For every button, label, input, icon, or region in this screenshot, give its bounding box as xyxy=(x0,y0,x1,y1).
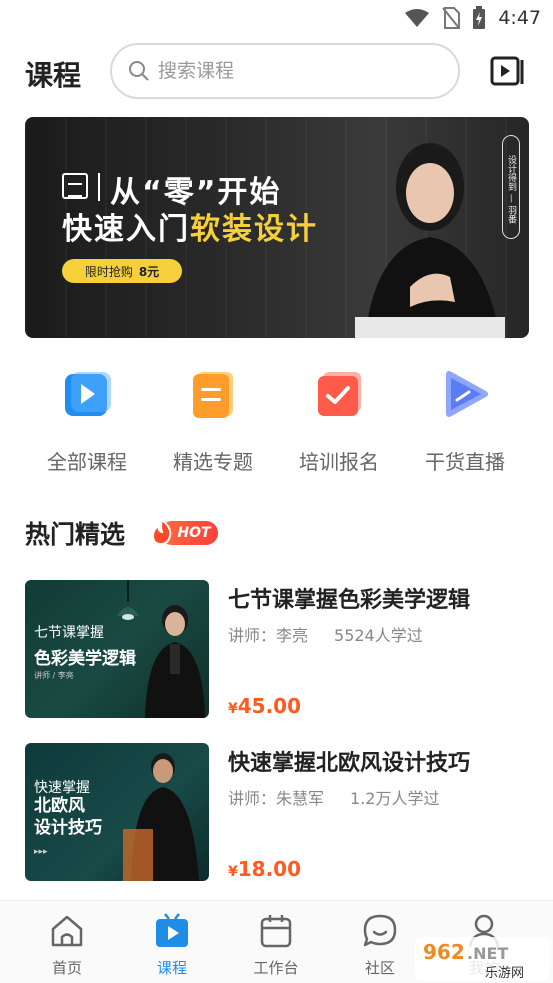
thumb-line-2: 北欧风 设计技巧 xyxy=(34,796,102,838)
quick-nav: 全部课程 精选专题 培训报名 干货直播 xyxy=(0,368,553,478)
instructor-photo xyxy=(123,753,199,881)
play-triangle-icon xyxy=(446,371,488,417)
quick-nav-label: 全部课程 xyxy=(47,450,127,474)
instructor-photo xyxy=(145,605,205,718)
quick-nav-label: 干货直播 xyxy=(425,450,505,474)
svg-text:乐游网: 乐游网 xyxy=(485,966,524,981)
hot-badge: HOT xyxy=(148,518,218,546)
tab-label: 首页 xyxy=(51,959,82,977)
check-square-icon xyxy=(318,372,361,416)
thumb-line-1: 七节课掌握 xyxy=(34,625,104,641)
course-thumbnail: 七节课掌握 色彩美学逻辑 讲师 / 李亮 xyxy=(25,580,209,718)
course-card[interactable]: 快速掌握 北欧风 设计技巧 ▸▸▸ 快速掌握北欧风设计技巧 讲师：朱慧军 1.2万… xyxy=(25,743,529,883)
price-symbol: ¥ xyxy=(228,864,238,880)
course-card[interactable]: 七节课掌握 色彩美学逻辑 讲师 / 李亮 七节课掌握色彩美学逻辑 讲师：李亮 55… xyxy=(25,580,529,720)
price-value: 45.00 xyxy=(237,694,302,718)
course-price: ¥18.00 xyxy=(228,857,301,881)
tab-label: 课程 xyxy=(156,959,187,977)
svg-text:962: 962 xyxy=(423,940,465,964)
wifi-icon xyxy=(405,9,430,27)
thumb-line-1: 快速掌握 xyxy=(34,780,90,796)
price-value: 18.00 xyxy=(237,857,302,881)
status-bar: 4:47 xyxy=(0,0,553,36)
course-meta: 讲师：李亮 5524人学过 xyxy=(228,622,423,646)
thumb-line-3: 讲师 / 李亮 xyxy=(34,671,74,680)
tab-label: 社区 xyxy=(364,959,395,977)
flame-icon xyxy=(151,518,172,546)
section-title: 热门精选 xyxy=(25,520,126,549)
course-learners: 5524人学过 xyxy=(334,626,423,645)
search-icon xyxy=(129,61,149,81)
tab-courses[interactable]: 课程 xyxy=(132,913,212,978)
quick-nav-live[interactable]: 干货直播 xyxy=(400,368,530,475)
thumb-line-3: ▸▸▸ xyxy=(34,847,48,857)
quick-nav-all-courses[interactable]: 全部课程 xyxy=(22,368,152,475)
course-meta: 讲师：朱慧军 1.2万人学过 xyxy=(228,785,439,809)
course-teacher: 讲师：朱慧军 xyxy=(228,789,325,808)
video-library-icon[interactable] xyxy=(490,54,524,88)
tab-community[interactable]: 社区 xyxy=(340,913,420,978)
course-title: 快速掌握北欧风设计技巧 xyxy=(228,751,471,776)
course-title: 七节课掌握色彩美学逻辑 xyxy=(228,588,471,613)
header: 课程 xyxy=(0,40,553,102)
no-sim-icon xyxy=(442,7,461,29)
banner-headline-2: 快速入门软装设计 xyxy=(62,204,318,248)
search-box[interactable] xyxy=(110,43,460,99)
brand-logo-icon xyxy=(62,173,88,199)
play-square-icon xyxy=(65,372,111,416)
promo-label: 限时抢购 xyxy=(84,264,133,279)
tab-workbench[interactable]: 工作台 xyxy=(236,913,316,978)
banner-vertical-tag: 设计得到 — 羽番 xyxy=(502,135,520,239)
course-price: ¥45.00 xyxy=(228,694,301,718)
page-title: 课程 xyxy=(25,59,82,92)
quick-nav-label: 精选专题 xyxy=(173,450,253,474)
promo-pill: 限时抢购 8元 xyxy=(62,259,182,283)
banner-headline-white: 快速入门 xyxy=(62,212,190,247)
battery-charging-icon xyxy=(473,6,486,29)
quick-nav-registration[interactable]: 培训报名 xyxy=(274,368,404,475)
tv-play-icon xyxy=(156,913,188,947)
course-teacher: 讲师：李亮 xyxy=(228,626,309,645)
banner-headline-yellow: 软装设计 xyxy=(190,212,318,247)
calendar-icon xyxy=(260,915,292,948)
promo-price: 8元 xyxy=(138,264,160,279)
tab-home[interactable]: 首页 xyxy=(27,913,107,978)
search-input[interactable] xyxy=(158,60,408,82)
promo-banner[interactable]: 从“零”开始 快速入门软装设计 限时抢购 8元 设计得到 — 羽番 xyxy=(25,117,529,338)
thumb-line-2: 色彩美学逻辑 xyxy=(34,649,136,669)
chat-bubble-icon xyxy=(363,914,397,947)
course-thumbnail: 快速掌握 北欧风 设计技巧 ▸▸▸ xyxy=(25,743,209,881)
banner-divider xyxy=(98,173,100,201)
tab-label: 工作台 xyxy=(253,959,299,977)
home-icon xyxy=(51,915,83,947)
quick-nav-label: 培训报名 xyxy=(299,450,379,474)
status-time: 4:47 xyxy=(498,7,541,29)
instructor-photo xyxy=(355,143,505,338)
quick-nav-featured[interactable]: 精选专题 xyxy=(148,368,278,475)
svg-text:.NET: .NET xyxy=(467,944,508,963)
price-symbol: ¥ xyxy=(228,701,238,717)
document-icon xyxy=(193,372,233,418)
site-watermark: 962 .NET 乐游网 xyxy=(415,937,550,981)
course-learners: 1.2万人学过 xyxy=(350,789,440,808)
